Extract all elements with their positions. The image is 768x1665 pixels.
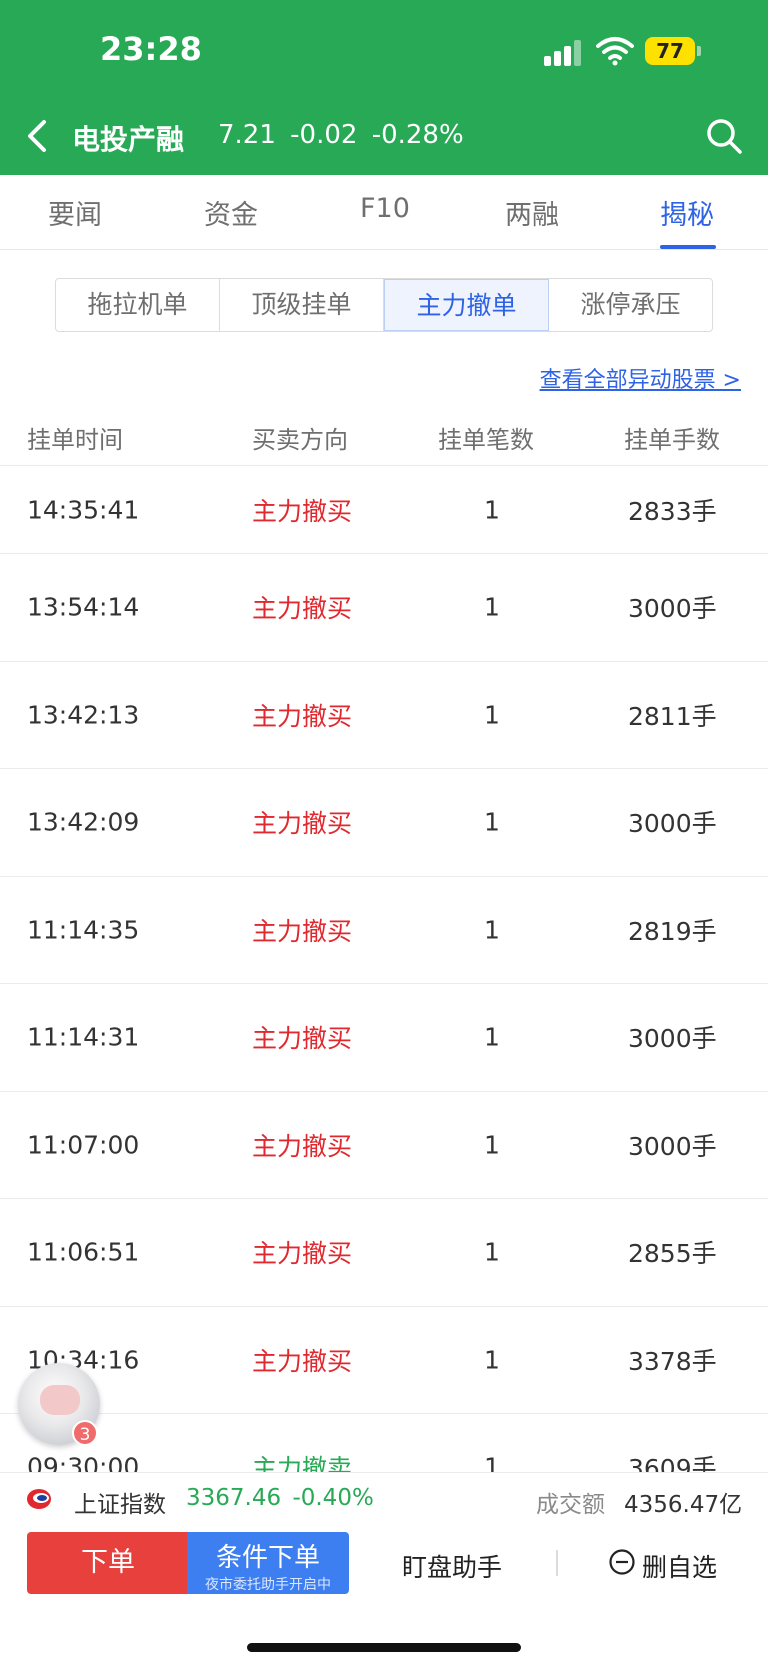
table-row[interactable]: 09:30:00 主力撤卖 1 3609手 [0, 1414, 768, 1472]
row-volume: 2855手 [628, 1239, 717, 1269]
conditional-order-button[interactable]: 条件下单 夜市委托助手开启中 [187, 1532, 349, 1594]
row-direction: 主力撤买 [252, 809, 353, 839]
row-count: 1 [484, 915, 500, 945]
row-time: 11:14:31 [27, 1022, 140, 1052]
header-time: 挂单时间 [27, 426, 123, 454]
tab-funds[interactable]: 资金 [204, 193, 258, 232]
table-row[interactable]: 14:35:41 主力撤买 1 2833手 [0, 466, 768, 554]
index-name: 上证指数 [74, 1492, 166, 1518]
row-count: 1 [484, 1237, 500, 1267]
battery-icon: 77 [645, 37, 695, 65]
row-count: 1 [484, 1130, 500, 1160]
row-direction: 主力撤买 [252, 1131, 353, 1161]
index-points: 3367.46 [186, 1485, 282, 1511]
stock-price: 7.21 [218, 120, 276, 150]
row-count: 1 [484, 592, 500, 622]
remove-favorite-button[interactable]: 删自选 [642, 1548, 717, 1584]
table-row[interactable]: 10:34:16 主力撤买 1 3378手 [0, 1307, 768, 1414]
table-row[interactable]: 11:14:35 主力撤买 1 2819手 [0, 877, 768, 984]
conditional-order-label: 条件下单 [215, 1543, 320, 1573]
segment-top-orders[interactable]: 顶级挂单 [220, 279, 384, 331]
segment-limit-up-pressure[interactable]: 涨停承压 [549, 279, 712, 331]
stock-change-pct: -0.28% [371, 120, 464, 150]
row-time: 11:14:35 [27, 915, 140, 945]
row-volume: 3000手 [628, 594, 717, 624]
table-row[interactable]: 13:42:13 主力撤买 1 2811手 [0, 662, 768, 769]
status-time: 23:28 [100, 30, 202, 68]
row-count: 1 [484, 807, 500, 837]
order-button[interactable]: 下单 [27, 1532, 189, 1594]
row-volume: 3000手 [628, 1131, 717, 1161]
row-direction: 主力撤买 [252, 1024, 353, 1054]
row-count: 1 [484, 1345, 500, 1375]
conditional-order-subtitle: 夜市委托助手开启中 [205, 1577, 331, 1593]
row-time: 14:35:41 [27, 495, 140, 524]
segment-control: 拖拉机单 顶级挂单 主力撤单 涨停承压 [55, 278, 713, 332]
tab-bar: 要闻 资金 F10 两融 揭秘 [0, 175, 768, 250]
table-header: 挂单时间 买卖方向 挂单笔数 挂单手数 [0, 410, 768, 466]
index-logo-icon [27, 1489, 51, 1509]
tab-f10[interactable]: F10 [360, 193, 410, 224]
index-ticker[interactable]: 上证指数 3367.46 -0.40% 成交额 4356.47亿 [0, 1472, 768, 1524]
row-direction: 主力撤买 [252, 916, 353, 946]
row-volume: 2833手 [628, 496, 717, 526]
turnover-value: 4356.47亿 [624, 1492, 743, 1518]
cellular-signal-icon [544, 40, 584, 66]
row-count: 1 [484, 495, 500, 524]
row-volume: 3000手 [628, 1024, 717, 1054]
header-volume: 挂单手数 [624, 426, 720, 454]
row-time: 13:42:13 [27, 700, 140, 730]
stock-quote: 7.21 -0.02 -0.28% [218, 120, 464, 150]
row-time: 09:30:00 [27, 1452, 140, 1472]
table-row[interactable]: 13:54:14 主力撤买 1 3000手 [0, 554, 768, 662]
table-row[interactable]: 11:07:00 主力撤买 1 3000手 [0, 1092, 768, 1199]
avatar-face [40, 1385, 80, 1415]
divider [556, 1550, 558, 1576]
wifi-icon [596, 37, 634, 66]
home-indicator [247, 1643, 521, 1652]
row-direction: 主力撤买 [252, 701, 353, 731]
stock-change: -0.02 [290, 120, 358, 150]
table-row[interactable]: 11:06:51 主力撤买 1 2855手 [0, 1199, 768, 1307]
minus-circle-icon[interactable] [608, 1548, 636, 1576]
row-time: 13:42:09 [27, 807, 140, 837]
table-row[interactable]: 13:42:09 主力撤买 1 3000手 [0, 769, 768, 877]
tab-active-indicator [660, 245, 716, 249]
row-volume: 3609手 [628, 1454, 717, 1472]
row-direction: 主力撤买 [252, 1346, 353, 1376]
tab-reveal[interactable]: 揭秘 [660, 193, 714, 232]
row-count: 1 [484, 700, 500, 730]
row-count: 1 [484, 1452, 500, 1472]
segment-tractor-orders[interactable]: 拖拉机单 [56, 279, 220, 331]
row-time: 13:54:14 [27, 592, 140, 622]
order-table: 14:35:41 主力撤买 1 2833手 13:54:14 主力撤买 1 3000手 13:4… [0, 466, 768, 1472]
index-value: 3367.46 -0.40% [186, 1485, 374, 1511]
row-direction: 主力撤买 [252, 496, 353, 526]
row-volume: 3378手 [628, 1346, 717, 1376]
tab-news[interactable]: 要闻 [48, 193, 102, 232]
search-icon[interactable] [704, 116, 744, 156]
row-direction: 主力撤买 [252, 1239, 353, 1269]
header-count: 挂单笔数 [438, 426, 534, 454]
row-volume: 3000手 [628, 809, 717, 839]
view-all-link[interactable]: 查看全部异动股票 > [540, 362, 741, 394]
row-time: 11:07:00 [27, 1130, 140, 1160]
row-count: 1 [484, 1022, 500, 1052]
row-direction: 主力撤卖 [252, 1454, 353, 1472]
battery-tip [697, 46, 701, 56]
index-change: -0.40% [292, 1485, 374, 1511]
row-volume: 2811手 [628, 701, 717, 731]
segment-main-cancel[interactable]: 主力撤单 [384, 279, 549, 331]
watch-helper-button[interactable]: 盯盘助手 [402, 1548, 502, 1584]
tab-margin[interactable]: 两融 [505, 193, 559, 232]
stock-name: 电投产融 [72, 123, 185, 156]
back-arrow-icon[interactable] [22, 116, 54, 156]
row-time: 11:06:51 [27, 1237, 140, 1267]
header-direction: 买卖方向 [252, 426, 348, 454]
row-direction: 主力撤买 [252, 594, 353, 624]
row-volume: 2819手 [628, 916, 717, 946]
turnover-label: 成交额 [536, 1492, 605, 1518]
table-row[interactable]: 11:14:31 主力撤买 1 3000手 [0, 984, 768, 1092]
notification-badge: 3 [72, 1420, 98, 1446]
